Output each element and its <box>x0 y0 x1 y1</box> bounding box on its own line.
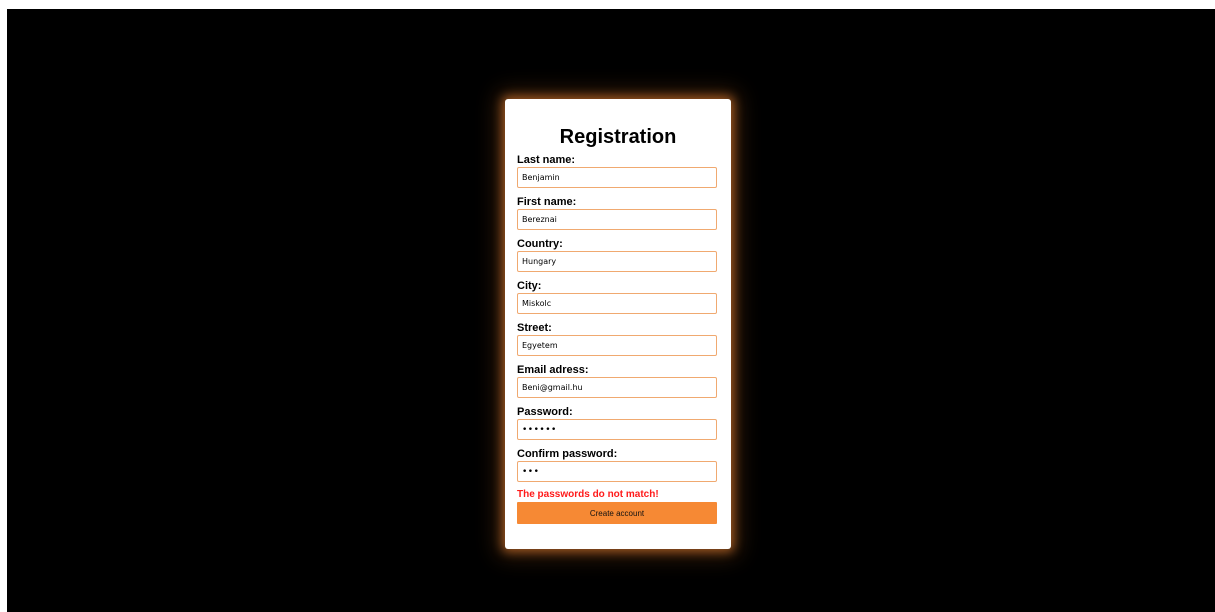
confirm-password-input[interactable] <box>517 461 717 482</box>
email-field: Email adress: <box>517 364 719 398</box>
street-label: Street: <box>517 322 552 334</box>
first-name-field: First name: <box>517 196 719 230</box>
country-label: Country: <box>517 238 563 250</box>
city-input[interactable] <box>517 293 717 314</box>
registration-card: Registration Last name: First name: Coun… <box>505 99 731 549</box>
city-field: City: <box>517 280 719 314</box>
country-input[interactable] <box>517 251 717 272</box>
city-label: City: <box>517 280 542 292</box>
country-field: Country: <box>517 238 719 272</box>
first-name-input[interactable] <box>517 209 717 230</box>
password-mismatch-error: The passwords do not match! <box>517 489 659 500</box>
create-account-button[interactable]: Create account <box>517 502 717 524</box>
confirm-password-field: Confirm password: <box>517 448 719 482</box>
email-input[interactable] <box>517 377 717 398</box>
password-label: Password: <box>517 406 573 418</box>
page-background: Registration Last name: First name: Coun… <box>7 9 1215 612</box>
password-input[interactable] <box>517 419 717 440</box>
last-name-label: Last name: <box>517 154 576 166</box>
confirm-password-label: Confirm password: <box>517 448 618 460</box>
street-field: Street: <box>517 322 719 356</box>
last-name-field: Last name: <box>517 154 719 188</box>
email-label: Email adress: <box>517 364 589 376</box>
form-title: Registration <box>559 126 677 148</box>
first-name-label: First name: <box>517 196 577 208</box>
last-name-input[interactable] <box>517 167 717 188</box>
street-input[interactable] <box>517 335 717 356</box>
password-field: Password: <box>517 406 719 440</box>
